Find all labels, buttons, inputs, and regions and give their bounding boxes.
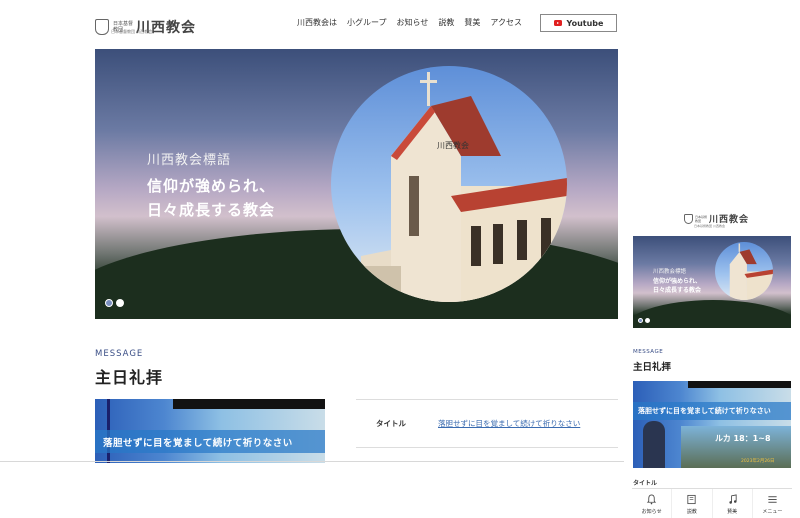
mobile-hero[interactable]: 川西教会標語 信仰が強められ、 日々成長する教会 [633,236,791,328]
tab-news[interactable]: お知らせ [632,489,673,518]
svg-text:川西教会: 川西教会 [437,140,469,150]
mobile-thumbnail-reference: ルカ 18：1~8 [715,434,771,443]
mobile-hero-hill [633,300,791,328]
mobile-thumbnail-caption: 落胆せずに目を覚まして続けて祈りなさい [638,407,771,415]
tab-worship[interactable]: 賛美 [713,489,753,518]
page: 日本基督 教団 川西教会 日本基督教団 川西教会 川西教会は 小グループ お知ら… [0,0,800,518]
mobile-church-photo [715,242,773,300]
tab-menu[interactable]: メニュー [753,489,792,518]
hero-title-line1: 信仰が強められ、 [147,177,276,195]
main-nav: 川西教会は 小グループ お知らせ 説教 賛美 アクセス [297,17,522,28]
mobile-hero-title: 信仰が強められ、 日々成長する教会 [653,277,701,295]
youtube-icon [553,20,562,26]
page-divider [0,461,624,462]
mobile-logo-subtitle: 日本基督教団 川西教会 [694,224,725,228]
tab-sermons-label: 説教 [686,508,697,515]
mobile-slider-dot-1[interactable] [638,318,643,323]
tab-worship-label: 賛美 [727,508,738,515]
youtube-button[interactable]: Youtube [540,14,617,32]
music-note-icon [726,494,738,506]
message-heading: 主日礼拝 [95,368,164,387]
nav-item-worship[interactable]: 賛美 [464,17,480,28]
youtube-button-label: Youtube [566,18,604,28]
slider-dot-2[interactable] [116,299,124,307]
sermon-title-link[interactable]: 落胆せずに目を覚まして続けて祈りなさい [438,418,580,429]
info-title-label: タイトル [376,419,406,428]
tab-news-label: お知らせ [641,508,662,515]
nav-item-sermons[interactable]: 説教 [438,17,454,28]
slider-dot-1[interactable] [105,299,113,307]
mobile-hero-title-line2: 日々成長する教会 [653,287,702,294]
site-logo[interactable]: 日本基督 教団 川西教会 [95,14,196,40]
nav-item-small-groups[interactable]: 小グループ [347,17,387,28]
mobile-thumbnail-person [643,421,665,468]
mobile-slider-dot-2[interactable] [645,318,650,323]
church-emblem-icon [95,19,109,35]
church-photo: 川西教会 [331,66,567,302]
hero-label: 川西教会標語 [147,153,232,168]
tab-menu-label: メニュー [762,508,783,515]
mobile-logo-denomination: 日本基督 教団 [695,215,707,223]
mobile-thumbnail-date: 2023年2月26日 [741,459,775,464]
mobile-sermon-thumbnail[interactable]: 落胆せずに目を覚まして続けて祈りなさい ルカ 18：1~8 2023年2月26日 [633,381,791,468]
mobile-church-emblem-icon [684,213,693,224]
bell-icon [646,494,658,506]
thumbnail-dark-band [173,399,325,409]
mobile-message-heading: 主日礼拝 [633,362,672,373]
logo-subtitle: 日本基督教団 川西教会 [111,29,153,34]
mobile-logo-small-line2: 教団 [695,218,702,223]
nav-item-news[interactable]: お知らせ [397,17,429,28]
mobile-preview: 日本基督 教団 川西教会 日本基督教団 川西教会 川西教会標語 信仰が強められ、 [632,200,792,518]
mobile-slider-dots [638,318,650,323]
mobile-info-title-label: タイトル [633,480,658,487]
sermon-thumbnail[interactable]: 落胆せずに目を覚まして続けて祈りなさい [95,399,325,463]
tab-sermons[interactable]: 説教 [672,489,713,518]
slider-dots [105,299,124,307]
book-icon [686,494,698,506]
nav-item-access[interactable]: アクセス [490,17,522,28]
nav-item-about[interactable]: 川西教会は [297,17,337,28]
mobile-thumbnail-dark-band [688,381,791,388]
thumbnail-caption: 落胆せずに目を覚まして続けて祈りなさい [103,438,293,449]
info-divider-top [356,399,618,400]
mobile-hero-title-line1: 信仰が強められ、 [653,278,702,285]
message-eyebrow: MESSAGE [95,349,144,359]
hamburger-menu-icon [766,494,778,506]
info-divider-bottom [356,447,618,448]
mobile-tab-bar: お知らせ 説教 賛美 メニュー [632,488,792,518]
hero-title-line2: 日々成長する教会 [147,201,276,219]
hero-slider[interactable]: 川西教会 川西教会標語 信仰が強められ、 日々成長する教会 [95,49,618,319]
mobile-hero-label: 川西教会標語 [653,269,687,275]
mobile-message-eyebrow: MESSAGE [633,349,664,355]
hero-title: 信仰が強められ、 日々成長する教会 [147,174,275,222]
